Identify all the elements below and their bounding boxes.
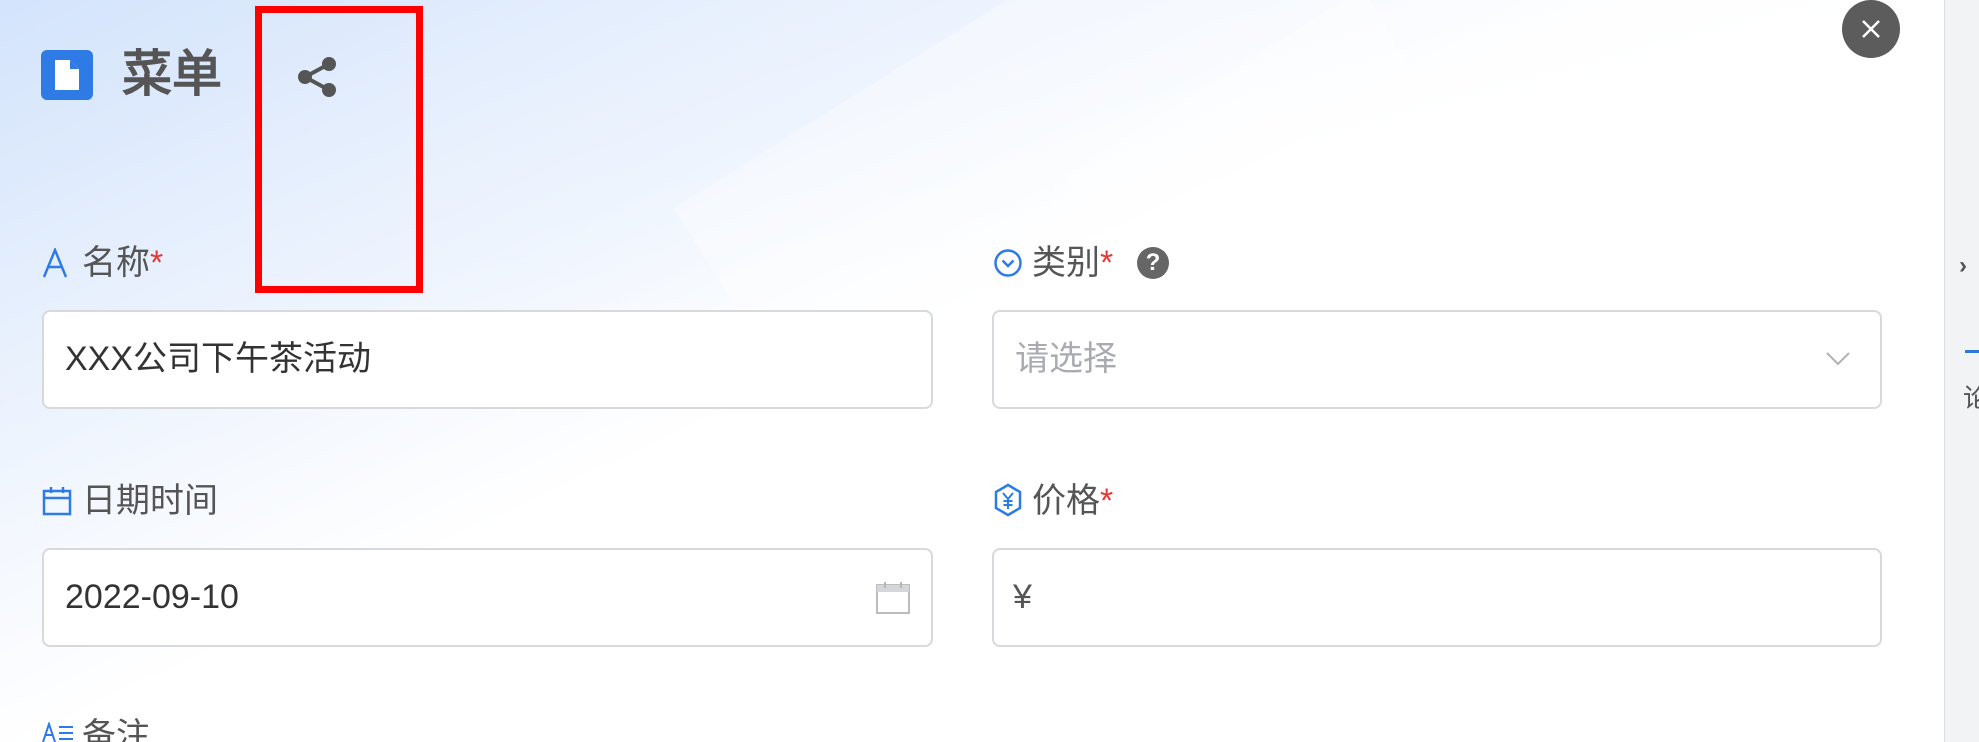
side-tab-label[interactable]: 论 — [1963, 378, 1979, 415]
datetime-input[interactable]: 2022-09-10 — [42, 548, 933, 647]
calendar-icon — [42, 487, 72, 516]
price-input[interactable]: ¥ — [992, 548, 1882, 647]
help-icon[interactable]: ? — [1137, 247, 1169, 279]
close-button[interactable] — [1842, 0, 1900, 58]
text-lines-icon — [42, 722, 73, 742]
close-icon — [1862, 20, 1880, 38]
text-a-icon — [42, 248, 68, 278]
chevron-down-icon — [1826, 352, 1850, 366]
form-panel: 菜单 名称* XXX公司下午茶活动 类别* ? 请选择 日期时间 2022-09… — [0, 0, 1944, 742]
active-tab-indicator — [1965, 350, 1979, 353]
document-icon — [41, 50, 93, 100]
calendar-picker-icon[interactable] — [876, 582, 910, 614]
side-panel-edge: › 论 — [1944, 0, 1979, 742]
datetime-value: 2022-09-10 — [65, 578, 239, 616]
category-placeholder: 请选择 — [1015, 340, 1117, 378]
category-label: 类别* — [1032, 244, 1114, 282]
expand-arrow-icon[interactable]: › — [1959, 252, 1967, 280]
price-label: 价格* — [1032, 482, 1114, 520]
page-title: 菜单 — [122, 46, 222, 102]
category-select[interactable]: 请选择 — [992, 310, 1882, 409]
highlight-box — [255, 6, 423, 293]
notes-label: 备注 — [82, 717, 150, 742]
name-label: 名称* — [82, 244, 164, 282]
name-input[interactable]: XXX公司下午茶活动 — [42, 310, 933, 409]
chevron-circle-icon — [994, 249, 1022, 277]
yuan-badge-icon — [994, 483, 1022, 517]
datetime-label: 日期时间 — [82, 482, 218, 520]
